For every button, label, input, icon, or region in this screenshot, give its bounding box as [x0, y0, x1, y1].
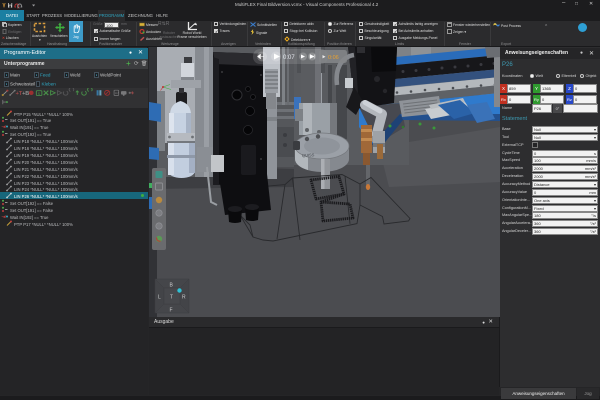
- svg-text:L: L: [158, 295, 161, 301]
- svg-text:0:06: 0:06: [328, 55, 339, 61]
- svg-text:QUISS: QUISS: [302, 152, 315, 158]
- svg-text:R: R: [182, 295, 186, 301]
- svg-text:+B: +B: [22, 91, 29, 97]
- svg-text:T: T: [170, 295, 173, 301]
- svg-text:0:07: 0:07: [283, 55, 295, 61]
- svg-text:↩: ↩: [115, 91, 119, 96]
- svg-text:F: F: [170, 308, 173, 314]
